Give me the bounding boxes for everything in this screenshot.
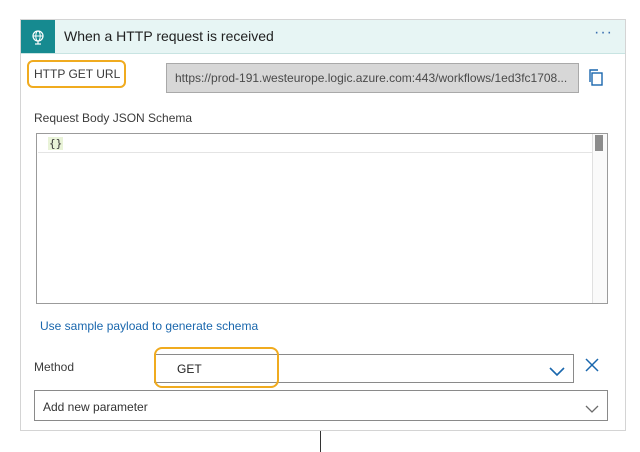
method-value-highlight — [154, 347, 279, 388]
chevron-down-icon[interactable] — [585, 401, 599, 419]
globe-request-icon — [21, 20, 55, 53]
schema-current-line: {} — [38, 135, 594, 153]
add-parameter-placeholder: Add new parameter — [43, 400, 148, 414]
flow-connector-line — [320, 431, 321, 452]
schema-editor[interactable]: {} — [36, 133, 608, 304]
more-options-menu[interactable]: ··· — [594, 24, 613, 42]
method-label: Method — [34, 360, 75, 374]
copy-icon[interactable] — [587, 68, 605, 93]
close-icon[interactable] — [585, 358, 599, 377]
card-header[interactable]: When a HTTP request is received ··· — [21, 20, 625, 54]
url-field[interactable]: https://prod-191.westeurope.logic.azure.… — [166, 63, 579, 93]
schema-label: Request Body JSON Schema — [34, 111, 193, 125]
schema-scrollbar[interactable] — [592, 134, 607, 303]
add-parameter-dropdown[interactable]: Add new parameter — [34, 390, 608, 421]
url-label: HTTP GET URL — [34, 67, 121, 81]
schema-text: {} — [48, 137, 64, 150]
chevron-down-icon[interactable] — [549, 364, 565, 382]
schema-scrollbar-thumb[interactable] — [595, 135, 603, 151]
card-title: When a HTTP request is received — [64, 28, 274, 44]
generate-schema-link[interactable]: Use sample payload to generate schema — [40, 319, 258, 333]
